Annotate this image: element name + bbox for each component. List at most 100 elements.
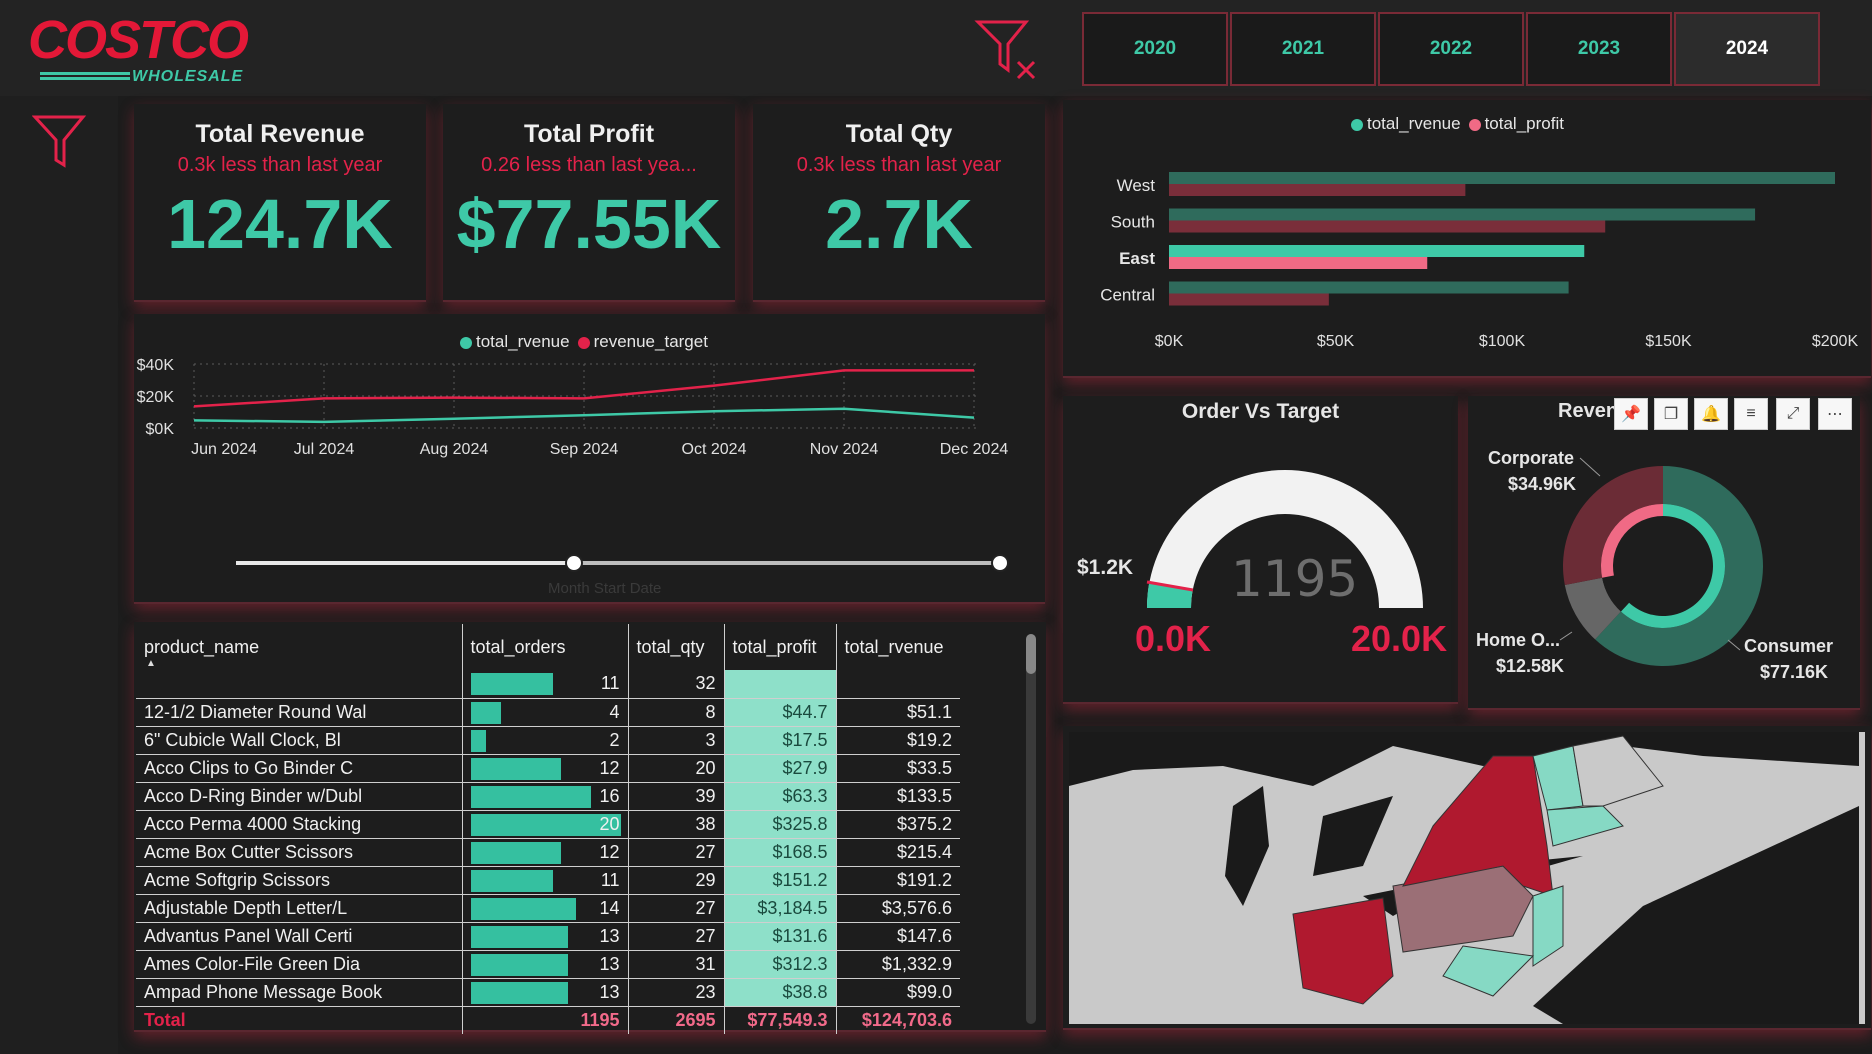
- year-button-2022[interactable]: 2022: [1378, 12, 1524, 86]
- map-card[interactable]: [1063, 726, 1871, 1030]
- table-row[interactable]: 11 32: [136, 670, 960, 699]
- logo-text: COSTCO: [28, 10, 249, 70]
- line-chart-card[interactable]: total_rvenue revenue_target $40K $20K $0K J…: [134, 314, 1045, 604]
- kpi-title: Total Profit: [523, 120, 655, 148]
- bar-total_rvenue-west[interactable]: [1169, 172, 1835, 184]
- kpi-card-profit[interactable]: Total Profit 0.26 less than last yea... …: [443, 104, 735, 302]
- data-bar: [470, 869, 553, 892]
- cell-total-orders: 16: [461, 782, 628, 811]
- bell-icon[interactable]: 🔔: [1694, 398, 1728, 430]
- cell-total-orders: 13: [461, 950, 628, 979]
- category-label[interactable]: Central: [1100, 286, 1155, 305]
- data-bar: [470, 701, 501, 724]
- bar-total_profit-west[interactable]: [1169, 184, 1466, 196]
- cell-value: 2: [609, 729, 620, 750]
- column-header-total-orders[interactable]: total_orders: [461, 624, 628, 670]
- product-table[interactable]: product_name ▲ total_orders total_qty tot…: [136, 624, 1046, 1034]
- table-row[interactable]: Acme Box Cutter Scissors 12 27 $168.5 $215.4: [136, 838, 960, 867]
- cell-product-name: Acme Softgrip Scissors: [136, 866, 462, 895]
- total-label: Total: [144, 1009, 186, 1030]
- filter-menu-icon[interactable]: ≡: [1734, 398, 1768, 430]
- leader-line: [1727, 639, 1741, 651]
- cell-total-revenue: $133.5: [835, 782, 960, 811]
- gauge-max-label: 20.0K: [1351, 618, 1448, 659]
- cell-total-qty: 31: [627, 950, 724, 979]
- bar-total_profit-east[interactable]: [1169, 257, 1428, 269]
- cell-product-name: Acco D-Ring Binder w/Dubl: [136, 782, 462, 811]
- cell-total-orders: 2: [461, 726, 628, 755]
- state-ohio[interactable]: [1292, 897, 1394, 1005]
- cell-product-name: Ames Color-File Green Dia: [136, 950, 462, 979]
- table-row[interactable]: Acco Clips to Go Binder C 12 20 $27.9 $33.5: [136, 754, 960, 783]
- bar-total_rvenue-east[interactable]: [1169, 245, 1585, 257]
- year-button-2024[interactable]: 2024: [1674, 12, 1820, 86]
- sort-asc-icon[interactable]: ▲: [146, 658, 156, 669]
- donut-label-name: Home O...: [1476, 630, 1561, 650]
- bar-chart-plot[interactable]: West South East Central $0K $50K $100K $150K $20…: [1063, 100, 1871, 378]
- kpi-title: Total Qty: [845, 120, 953, 148]
- cell-total-profit: $131.6: [723, 922, 836, 951]
- filter-icon[interactable]: [31, 112, 88, 172]
- category-label[interactable]: West: [1117, 176, 1156, 195]
- focus-mode-icon[interactable]: ⤢: [1776, 398, 1810, 430]
- cell-total-qty: 27: [627, 838, 724, 867]
- cell-product-name: 12-1/2 Diameter Round Wal: [136, 698, 462, 727]
- gauge-card[interactable]: Order Vs Target 1195 $1.2K 0.0K 20.0K: [1063, 396, 1458, 704]
- region-map[interactable]: [1063, 726, 1871, 1030]
- region-bar-chart-card[interactable]: total_rvenue total_profit West South East C…: [1063, 100, 1871, 378]
- cell-total-profit: $312.3: [723, 950, 836, 979]
- x-axis-title: Month Start Date: [548, 580, 662, 597]
- column-header-label: product_name: [144, 636, 260, 657]
- cell-total-revenue: $191.2: [835, 866, 960, 895]
- slider-handle-end[interactable]: [991, 554, 1009, 572]
- column-header-total-revenue[interactable]: total_rvenue: [835, 624, 960, 670]
- cell-product-name: Acco Clips to Go Binder C: [136, 754, 462, 783]
- column-header-total-profit[interactable]: total_profit: [723, 624, 836, 670]
- kpi-card-qty[interactable]: Total Qty 0.3k less than last year 2.7K: [753, 104, 1045, 302]
- kpi-title: Total Revenue: [195, 120, 365, 148]
- table-row[interactable]: Adjustable Depth Letter/L 14 27 $3,184.5 $3,…: [136, 894, 960, 923]
- data-bar: [470, 897, 576, 920]
- bar-total_rvenue-central[interactable]: [1169, 281, 1569, 294]
- donut-label-value: $34.96K: [1508, 474, 1577, 494]
- table-row[interactable]: Acco D-Ring Binder w/Dubl 16 39 $63.3 $133.5: [136, 782, 960, 811]
- total-profit: $77,549.3: [723, 1006, 836, 1034]
- line-chart-plot[interactable]: $40K $20K $0K Jun 2024 Jul 2024 Aug 2024 Sep 2…: [134, 314, 1045, 604]
- slider-handle-start[interactable]: [565, 554, 583, 572]
- donut-label-name: Corporate: [1488, 448, 1575, 468]
- table-row[interactable]: Advantus Panel Wall Certi 13 27 $131.6 $147.…: [136, 922, 960, 951]
- column-header-product-name[interactable]: product_name ▲: [136, 624, 462, 670]
- table-row[interactable]: Ames Color-File Green Dia 13 31 $312.3 $1,33…: [136, 950, 960, 979]
- donut-card[interactable]: Reven Corporate $34.96K Home O... $12.58…: [1468, 396, 1860, 710]
- table-row[interactable]: Ampad Phone Message Book 13 23 $38.8 $99.0: [136, 978, 960, 1007]
- data-bar: [470, 925, 568, 948]
- table-row[interactable]: 12-1/2 Diameter Round Wal 4 8 $44.7 $51.1: [136, 698, 960, 727]
- table-row[interactable]: Acco Perma 4000 Stacking 20 38 $325.8 $375.2: [136, 810, 960, 839]
- cell-total-orders: 13: [461, 978, 628, 1007]
- cell-product-name: Advantus Panel Wall Certi: [136, 922, 462, 951]
- clear-filter-icon[interactable]: [974, 18, 1040, 82]
- cell-total-revenue: $147.6: [835, 922, 960, 951]
- category-label[interactable]: East: [1119, 249, 1155, 268]
- year-button-2023[interactable]: 2023: [1526, 12, 1672, 86]
- copy-icon[interactable]: ❐: [1654, 398, 1688, 430]
- year-button-2021[interactable]: 2021: [1230, 12, 1376, 86]
- cell-total-profit: $17.5: [723, 726, 836, 755]
- bar-total_profit-south[interactable]: [1169, 220, 1606, 233]
- table-row[interactable]: Acme Softgrip Scissors 11 29 $151.2 $191.2: [136, 866, 960, 895]
- bar-total_profit-central[interactable]: [1169, 293, 1329, 306]
- cell-total-revenue: $19.2: [835, 726, 960, 755]
- cell-total-orders: 12: [461, 754, 628, 783]
- kpi-card-revenue[interactable]: Total Revenue 0.3k less than last year 1…: [134, 104, 426, 302]
- pin-icon[interactable]: 📌: [1614, 398, 1648, 430]
- category-label[interactable]: South: [1111, 213, 1155, 232]
- year-button-2020[interactable]: 2020: [1082, 12, 1228, 86]
- column-header-total-qty[interactable]: total_qty: [627, 624, 724, 670]
- bar-total_rvenue-south[interactable]: [1169, 208, 1756, 221]
- cell-value: 13: [599, 981, 620, 1002]
- table-row[interactable]: 6" Cubicle Wall Clock, Bl 2 3 $17.5 $19.2: [136, 726, 960, 755]
- scroll-thumb[interactable]: [1026, 634, 1036, 674]
- x-tick-label: Nov 2024: [810, 441, 879, 458]
- table-scrollbar[interactable]: [1026, 634, 1036, 1024]
- more-options-icon[interactable]: ⋯: [1818, 398, 1852, 430]
